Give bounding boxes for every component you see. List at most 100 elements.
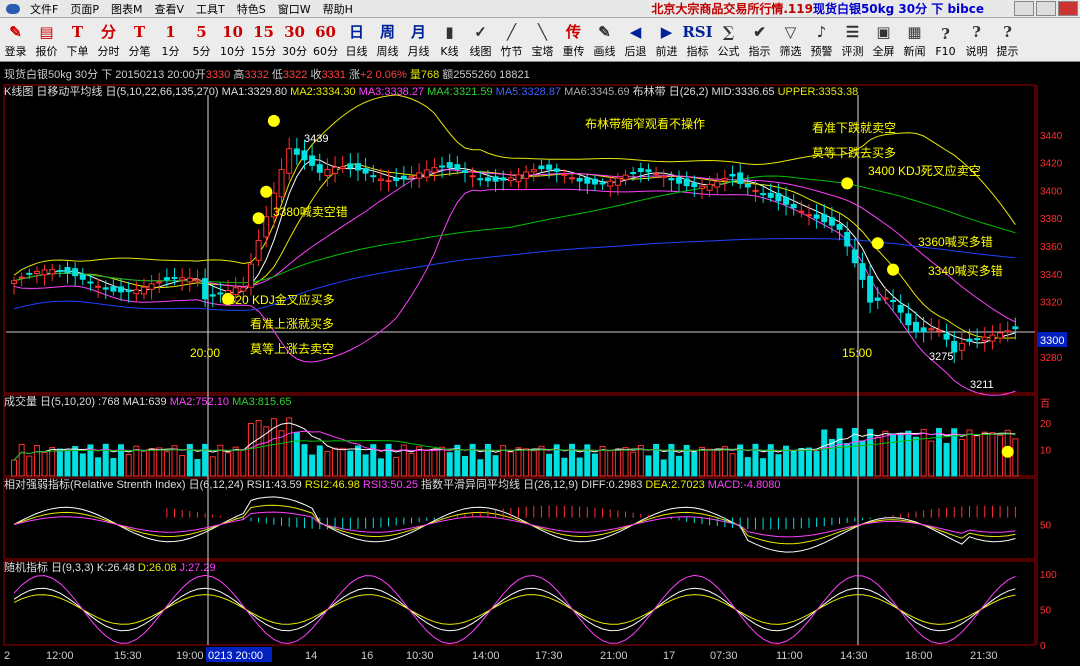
toolbar-button-21[interactable]: ▶ 前进: [651, 18, 682, 62]
label-3400: 3400 KDJ死叉应卖空: [868, 163, 981, 178]
toolbar-icon-1: ▤: [39, 23, 54, 41]
kdj-indicator-name[interactable]: 随机指标 日(9,3,3): [4, 562, 94, 574]
toolbar-button-2[interactable]: T 下单: [62, 18, 93, 62]
toolbar-button-17[interactable]: ╲ 宝塔: [527, 18, 558, 62]
candle-body: [958, 342, 965, 351]
toolbar-button-14[interactable]: ▮ K线: [434, 18, 465, 62]
info-amount: 额2555260 18821: [442, 69, 530, 81]
rsi-lines: [13, 496, 1016, 553]
toolbar-button-20[interactable]: ◀ 后退: [620, 18, 651, 62]
candle-body: [767, 192, 774, 198]
time-tick-13: 11:00: [776, 650, 803, 662]
close-button[interactable]: [1058, 1, 1078, 16]
candle-body: [446, 162, 453, 168]
rsi-indicator-name[interactable]: 相对强弱指标(Relative Strenth Index) 日(6,12,24…: [4, 479, 244, 491]
candle-body: [981, 336, 988, 342]
menu-file[interactable]: 文件F: [24, 1, 64, 17]
kline-indicator-name[interactable]: K线图 日移动平均线 日(5,10,22,66,135,270): [4, 86, 219, 98]
macd-indicator-name[interactable]: 指数平滑异同平均线 日(26,12,9): [421, 479, 578, 491]
candle-body: [293, 148, 300, 155]
volume-bar: [997, 434, 1004, 477]
toolbar-button-31[interactable]: ? 说明: [961, 18, 992, 62]
toolbar-button-24[interactable]: ✔ 指示: [744, 18, 775, 62]
volume-bar: [240, 449, 247, 477]
toolbar-button-25[interactable]: ▽ 筛选: [775, 18, 806, 62]
volume-bar: [676, 455, 683, 477]
ma1-value: MA1:3329.80: [221, 86, 288, 98]
price-tick-0: 3440: [1040, 131, 1063, 142]
time-tick-4: 0213 20:00: [208, 650, 263, 662]
toolbar-icon-32: ?: [1003, 23, 1012, 41]
minimize-button[interactable]: [1014, 1, 1034, 16]
volume-bar: [286, 417, 293, 477]
toolbar-button-15[interactable]: ✓ 线图: [465, 18, 496, 62]
candle-body: [270, 192, 277, 218]
toolbar-button-18[interactable]: 传重传: [558, 18, 589, 62]
toolbar-button-5[interactable]: 1 1分: [155, 18, 186, 62]
toolbar-button-22[interactable]: RSI 指标: [682, 18, 713, 62]
menu-chart[interactable]: 图表M: [105, 1, 149, 17]
toolbar-button-3[interactable]: 分分时: [93, 18, 124, 62]
volume-bar: [362, 454, 369, 477]
toolbar: ✎ 登录 ▤ 报价 T 下单分分时 T 分笔 1 1分 5 5分 10 10分 15 15分 30 30分 60 60…: [0, 18, 1080, 62]
toolbar-button-1[interactable]: ▤ 报价: [31, 18, 62, 62]
volume-bar: [882, 430, 889, 477]
info-high: 3332: [244, 69, 269, 81]
volume-bar: [278, 430, 285, 477]
candle-body: [492, 176, 499, 182]
toolbar-button-32[interactable]: ? 提示: [992, 18, 1023, 62]
time-tick-7: 10:30: [406, 650, 434, 662]
candle-body: [744, 183, 751, 188]
restore-button[interactable]: [1036, 1, 1056, 16]
toolbar-button-10[interactable]: 60 60分: [310, 18, 341, 62]
volume-bar: [844, 442, 851, 477]
toolbar-button-9[interactable]: 30 30分: [279, 18, 310, 62]
volume-bar: [11, 459, 17, 477]
candle-body: [576, 177, 583, 182]
volume-bar: [637, 445, 644, 477]
rsi-macd-header: 相对强弱指标(Relative Strenth Index) 日(6,12,24…: [0, 478, 781, 492]
toolbar-button-23[interactable]: ∑ 公式: [713, 18, 744, 62]
candle-body: [171, 276, 178, 279]
toolbar-button-7[interactable]: 10 10分: [217, 18, 248, 62]
menu-window[interactable]: 窗口W: [272, 1, 317, 17]
toolbar-icon-25: ▽: [784, 23, 797, 41]
vol-ma3: MA3:815.65: [232, 396, 292, 408]
toolbar-button-26[interactable]: ♪ 预警: [806, 18, 837, 62]
toolbar-button-6[interactable]: 5 5分: [186, 18, 217, 62]
ma4-line: [13, 175, 1016, 284]
candle-body: [546, 164, 553, 170]
toolbar-button-12[interactable]: 周周线: [372, 18, 403, 62]
candle-body: [523, 171, 530, 179]
menu-page[interactable]: 页面P: [64, 1, 105, 17]
candle-body: [721, 178, 728, 181]
candle-body: [423, 169, 430, 178]
candle-body: [477, 178, 484, 181]
toolbar-button-16[interactable]: ╱ 竹节: [496, 18, 527, 62]
toolbar-button-27[interactable]: ☰ 评测: [837, 18, 868, 62]
volume-indicator-name[interactable]: 成交量 日(5,10,20): [4, 396, 95, 408]
toolbar-icon-8: 15: [253, 23, 274, 41]
toolbar-button-11[interactable]: 日日线: [341, 18, 372, 62]
toolbar-button-4[interactable]: T 分笔: [124, 18, 155, 62]
volume-bar: [805, 447, 812, 477]
menu-special[interactable]: 特色S: [231, 1, 272, 17]
volume-bar: [599, 445, 606, 477]
toolbar-button-29[interactable]: ▦ 新闻: [899, 18, 930, 62]
toolbar-button-13[interactable]: 月月线: [403, 18, 434, 62]
menu-view[interactable]: 查看V: [148, 1, 190, 17]
vol-ma2-line: [13, 430, 1016, 461]
candle-body: [95, 285, 102, 288]
toolbar-button-30[interactable]: ? F10: [930, 18, 961, 62]
menu-tools[interactable]: 工具T: [190, 1, 231, 17]
toolbar-icon-29: ▦: [907, 23, 922, 41]
volume-bar: [209, 456, 216, 477]
candle-body: [56, 269, 63, 272]
toolbar-button-28[interactable]: ▣ 全屏: [868, 18, 899, 62]
boll-name[interactable]: 布林带 日(26,2): [633, 86, 709, 98]
toolbar-button-19[interactable]: ✎ 画线: [589, 18, 620, 62]
menu-help[interactable]: 帮助H: [317, 1, 359, 17]
toolbar-button-8[interactable]: 15 15分: [248, 18, 279, 62]
toolbar-label-16: 竹节: [500, 45, 523, 58]
toolbar-button-0[interactable]: ✎ 登录: [0, 18, 31, 62]
